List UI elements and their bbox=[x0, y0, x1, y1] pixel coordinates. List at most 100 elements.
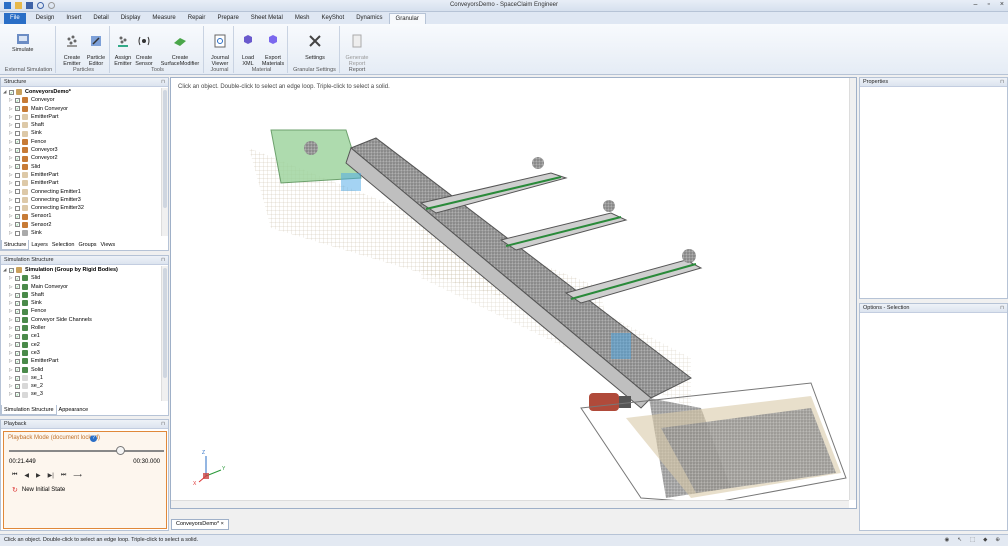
visibility-checkbox[interactable]: ✓ bbox=[15, 147, 20, 153]
sim-tree-item[interactable]: ▷ ✓ Roller bbox=[3, 324, 160, 332]
close-icon[interactable]: × bbox=[221, 521, 224, 527]
select-box-icon[interactable]: ⬚ bbox=[970, 535, 975, 546]
tab-views[interactable]: Views bbox=[99, 240, 118, 250]
visibility-checkbox[interactable] bbox=[15, 131, 20, 137]
visibility-checkbox[interactable]: ✓ bbox=[15, 275, 20, 281]
visibility-checkbox[interactable] bbox=[15, 230, 20, 236]
tree-item[interactable]: ▷ EmitterPart bbox=[3, 171, 160, 179]
visibility-checkbox[interactable]: ✓ bbox=[15, 164, 20, 170]
visibility-checkbox[interactable]: ✓ bbox=[15, 156, 20, 162]
tab-prepare[interactable]: Prepare bbox=[211, 13, 244, 24]
globe-icon[interactable]: ◉ bbox=[945, 535, 950, 546]
play-icon[interactable]: ▶ bbox=[36, 472, 41, 479]
pin-icon[interactable]: ⊓ bbox=[161, 78, 165, 86]
create-emitter-button[interactable]: Create Emitter bbox=[61, 28, 83, 67]
tree-item[interactable]: ▷ ✓ Slid bbox=[3, 163, 160, 171]
pin-icon[interactable]: ⊓ bbox=[1000, 78, 1004, 86]
tab-granular[interactable]: Granular bbox=[388, 13, 426, 24]
tree-item[interactable]: ▷ ✓ Fence bbox=[3, 138, 160, 146]
tab-layers[interactable]: Layers bbox=[29, 240, 50, 250]
visibility-checkbox[interactable] bbox=[15, 205, 20, 211]
structure-scrollbar[interactable] bbox=[161, 88, 168, 236]
sim-tree-item[interactable]: ▷ ✓ se_2 bbox=[3, 382, 160, 390]
tab-file[interactable]: File bbox=[4, 13, 26, 24]
sim-tree-item[interactable]: ▷ ✓ Main Conveyor bbox=[3, 283, 160, 291]
tab-simulation-structure[interactable]: Simulation Structure bbox=[1, 405, 57, 415]
tree-item[interactable]: ▷ Sink bbox=[3, 129, 160, 137]
tree-item[interactable]: ▷ Connecting Emitter3 bbox=[3, 196, 160, 204]
visibility-checkbox[interactable]: ✓ bbox=[15, 334, 20, 340]
pin-icon[interactable]: ⊓ bbox=[161, 420, 165, 428]
tree-root[interactable]: ◢ ✓ Simulation (Group by Rigid Bodies) bbox=[3, 266, 160, 274]
sim-tree-item[interactable]: ▷ ✓ EmitterPart bbox=[3, 357, 160, 365]
visibility-checkbox[interactable]: ✓ bbox=[15, 342, 20, 348]
visibility-checkbox[interactable]: ✓ bbox=[15, 350, 20, 356]
tree-item[interactable]: ▷ Sink bbox=[3, 229, 160, 237]
visibility-checkbox[interactable]: ✓ bbox=[15, 300, 20, 306]
export-materials-button[interactable]: Export Materials bbox=[260, 28, 286, 67]
visibility-checkbox[interactable]: ✓ bbox=[15, 222, 20, 228]
tab-appearance[interactable]: Appearance bbox=[57, 405, 91, 415]
visibility-checkbox[interactable] bbox=[15, 180, 20, 186]
tab-groups[interactable]: Groups bbox=[76, 240, 98, 250]
sim-tree-item[interactable]: ▷ ✓ se_3 bbox=[3, 390, 160, 398]
sim-tree-item[interactable]: ▷ ✓ ce3 bbox=[3, 349, 160, 357]
visibility-checkbox[interactable]: ✓ bbox=[15, 292, 20, 298]
tree-item[interactable]: ▷ EmitterPart bbox=[3, 179, 160, 187]
visibility-checkbox[interactable]: ✓ bbox=[15, 317, 20, 323]
tree-item[interactable]: ▷ ✓ Main Conveyor bbox=[3, 105, 160, 113]
sensor-1[interactable] bbox=[341, 173, 361, 191]
viewport-vscroll[interactable] bbox=[849, 78, 856, 500]
visibility-checkbox[interactable]: ✓ bbox=[9, 89, 14, 95]
visibility-checkbox[interactable]: ✓ bbox=[15, 106, 20, 112]
visibility-checkbox[interactable]: ✓ bbox=[15, 309, 20, 315]
tab-keyshot[interactable]: KeyShot bbox=[316, 13, 351, 24]
zoom-icon[interactable]: ⊕ bbox=[995, 535, 1000, 546]
tab-measure[interactable]: Measure bbox=[146, 13, 181, 24]
sim-tree-item[interactable]: ▷ ✓ ce1 bbox=[3, 332, 160, 340]
pointer-icon[interactable]: ↖ bbox=[957, 535, 962, 546]
sim-tree-item[interactable]: ▷ ✓ Slid bbox=[3, 274, 160, 282]
particle-editor-button[interactable]: Particle Editor bbox=[85, 28, 107, 67]
pin-icon[interactable]: ⊓ bbox=[1000, 304, 1004, 312]
tree-item[interactable]: ▷ ✓ Conveyor2 bbox=[3, 154, 160, 162]
tree-item[interactable]: ▷ ✓ Sensor1 bbox=[3, 212, 160, 220]
visibility-checkbox[interactable]: ✓ bbox=[15, 214, 20, 220]
sim-tree-item[interactable]: ▷ ✓ Conveyor Side Channels bbox=[3, 316, 160, 324]
tab-display[interactable]: Display bbox=[115, 13, 147, 24]
generate-report-button[interactable]: Generate Report bbox=[344, 28, 370, 67]
tab-dynamics[interactable]: Dynamics bbox=[350, 13, 388, 24]
settings-button[interactable]: Settings bbox=[303, 28, 327, 61]
tab-insert[interactable]: Insert bbox=[60, 13, 87, 24]
document-tab[interactable]: ConveyorsDemo* × bbox=[171, 519, 229, 530]
tab-structure[interactable]: Structure bbox=[1, 240, 30, 250]
skip-start-icon[interactable]: ⏮ bbox=[12, 472, 17, 479]
visibility-checkbox[interactable] bbox=[15, 189, 20, 195]
visibility-checkbox[interactable] bbox=[15, 114, 20, 120]
loop-icon[interactable]: ⟶ bbox=[73, 472, 82, 479]
maximize-button[interactable]: ▫ bbox=[987, 1, 989, 8]
tree-item[interactable]: ▷ Shaft bbox=[3, 121, 160, 129]
tree-item[interactable]: ▷ ✓ Conveyor3 bbox=[3, 146, 160, 154]
visibility-checkbox[interactable] bbox=[15, 172, 20, 178]
paint-icon[interactable]: ◆ bbox=[983, 535, 987, 546]
visibility-checkbox[interactable]: ✓ bbox=[15, 284, 20, 290]
sim-tree-item[interactable]: ▷ ✓ Sink bbox=[3, 299, 160, 307]
pin-icon[interactable]: ⊓ bbox=[161, 256, 165, 264]
3d-viewport[interactable]: Click an object. Double-click to select … bbox=[170, 77, 857, 509]
visibility-checkbox[interactable] bbox=[15, 122, 20, 128]
assign-emitter-button[interactable]: Assign Emitter bbox=[113, 28, 133, 67]
motor-gearbox[interactable] bbox=[619, 396, 631, 408]
tree-item[interactable]: ▷ Connecting Emitter32 bbox=[3, 204, 160, 212]
visibility-checkbox[interactable]: ✓ bbox=[15, 325, 20, 331]
sim-tree-item[interactable]: ▷ ✓ ce2 bbox=[3, 341, 160, 349]
main-conveyor-belt[interactable] bbox=[350, 137, 692, 399]
tree-item[interactable]: ◢ ✓ ConveyorsDemo* bbox=[3, 88, 160, 96]
simulate-button[interactable]: Simulate bbox=[12, 32, 33, 53]
journal-viewer-button[interactable]: Journal Viewer bbox=[208, 28, 232, 67]
skip-end-icon[interactable]: ⏭ bbox=[61, 472, 66, 479]
viewport-hscroll[interactable] bbox=[171, 500, 849, 508]
playback-slider[interactable] bbox=[9, 450, 164, 452]
new-initial-state-button[interactable]: ↻ New Initial State bbox=[12, 486, 65, 494]
minimize-button[interactable]: – bbox=[974, 1, 978, 8]
